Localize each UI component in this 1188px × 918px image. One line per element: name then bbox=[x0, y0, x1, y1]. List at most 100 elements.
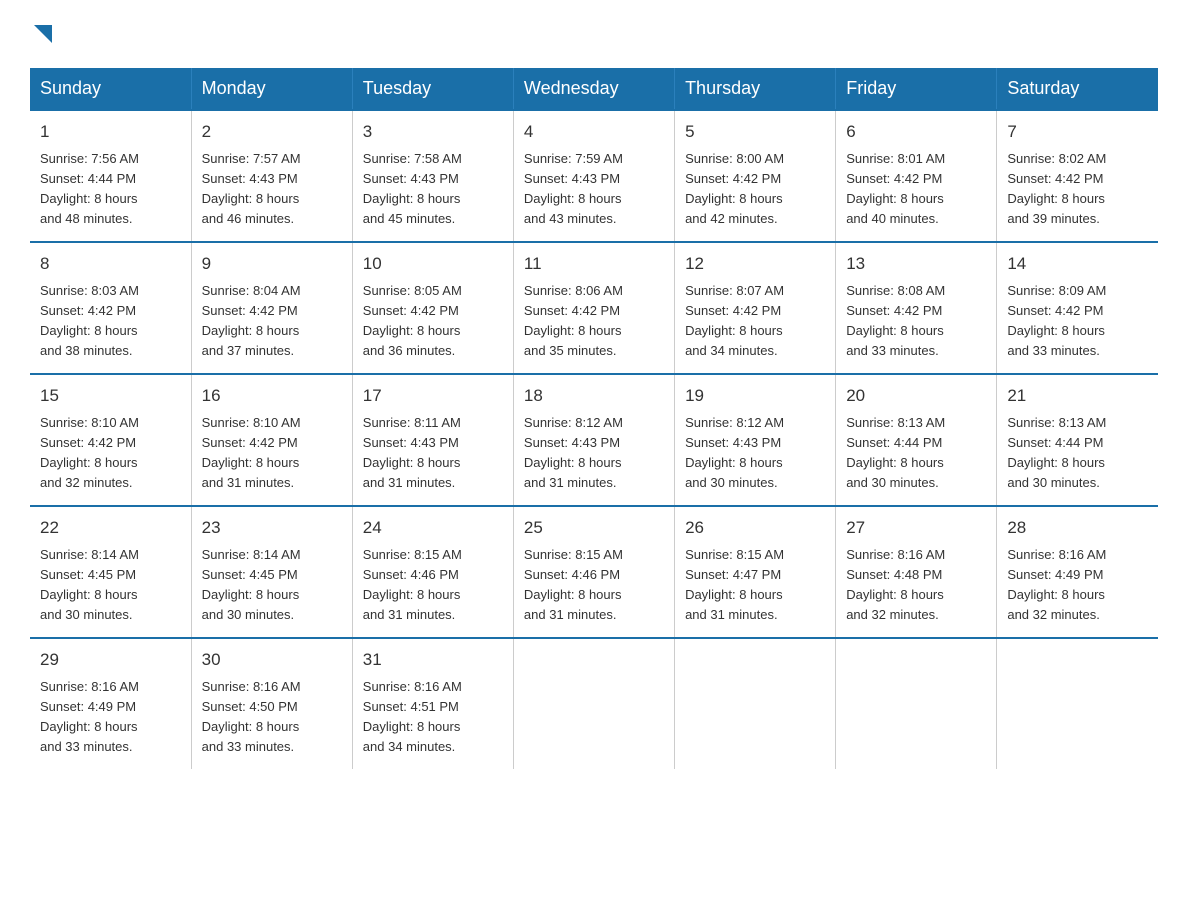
weekday-header-row: SundayMondayTuesdayWednesdayThursdayFrid… bbox=[30, 68, 1158, 110]
calendar-day-cell: 25 Sunrise: 8:15 AM Sunset: 4:46 PM Dayl… bbox=[513, 506, 674, 638]
day-number: 14 bbox=[1007, 251, 1148, 277]
calendar-day-cell: 7 Sunrise: 8:02 AM Sunset: 4:42 PM Dayli… bbox=[997, 110, 1158, 242]
calendar-day-cell: 27 Sunrise: 8:16 AM Sunset: 4:48 PM Dayl… bbox=[836, 506, 997, 638]
calendar-day-cell: 21 Sunrise: 8:13 AM Sunset: 4:44 PM Dayl… bbox=[997, 374, 1158, 506]
calendar-week-row: 29 Sunrise: 8:16 AM Sunset: 4:49 PM Dayl… bbox=[30, 638, 1158, 769]
day-info: Sunrise: 8:15 AM Sunset: 4:46 PM Dayligh… bbox=[524, 545, 664, 626]
day-info: Sunrise: 8:16 AM Sunset: 4:51 PM Dayligh… bbox=[363, 677, 503, 758]
day-info: Sunrise: 8:09 AM Sunset: 4:42 PM Dayligh… bbox=[1007, 281, 1148, 362]
day-info: Sunrise: 8:13 AM Sunset: 4:44 PM Dayligh… bbox=[1007, 413, 1148, 494]
day-info: Sunrise: 8:03 AM Sunset: 4:42 PM Dayligh… bbox=[40, 281, 181, 362]
day-info: Sunrise: 8:15 AM Sunset: 4:46 PM Dayligh… bbox=[363, 545, 503, 626]
day-number: 11 bbox=[524, 251, 664, 277]
day-number: 16 bbox=[202, 383, 342, 409]
day-info: Sunrise: 8:06 AM Sunset: 4:42 PM Dayligh… bbox=[524, 281, 664, 362]
day-number: 1 bbox=[40, 119, 181, 145]
day-number: 26 bbox=[685, 515, 825, 541]
day-number: 7 bbox=[1007, 119, 1148, 145]
calendar-day-cell: 12 Sunrise: 8:07 AM Sunset: 4:42 PM Dayl… bbox=[675, 242, 836, 374]
day-number: 13 bbox=[846, 251, 986, 277]
day-info: Sunrise: 8:16 AM Sunset: 4:50 PM Dayligh… bbox=[202, 677, 342, 758]
calendar-day-cell: 1 Sunrise: 7:56 AM Sunset: 4:44 PM Dayli… bbox=[30, 110, 191, 242]
day-number: 6 bbox=[846, 119, 986, 145]
day-info: Sunrise: 7:58 AM Sunset: 4:43 PM Dayligh… bbox=[363, 149, 503, 230]
day-number: 12 bbox=[685, 251, 825, 277]
calendar-day-cell: 26 Sunrise: 8:15 AM Sunset: 4:47 PM Dayl… bbox=[675, 506, 836, 638]
day-number: 19 bbox=[685, 383, 825, 409]
calendar-day-cell: 8 Sunrise: 8:03 AM Sunset: 4:42 PM Dayli… bbox=[30, 242, 191, 374]
calendar-day-cell: 30 Sunrise: 8:16 AM Sunset: 4:50 PM Dayl… bbox=[191, 638, 352, 769]
calendar-week-row: 8 Sunrise: 8:03 AM Sunset: 4:42 PM Dayli… bbox=[30, 242, 1158, 374]
weekday-header-sunday: Sunday bbox=[30, 68, 191, 110]
day-number: 24 bbox=[363, 515, 503, 541]
calendar-day-cell: 10 Sunrise: 8:05 AM Sunset: 4:42 PM Dayl… bbox=[352, 242, 513, 374]
day-info: Sunrise: 8:12 AM Sunset: 4:43 PM Dayligh… bbox=[524, 413, 664, 494]
day-number: 9 bbox=[202, 251, 342, 277]
calendar-table: SundayMondayTuesdayWednesdayThursdayFrid… bbox=[30, 68, 1158, 769]
calendar-day-cell: 28 Sunrise: 8:16 AM Sunset: 4:49 PM Dayl… bbox=[997, 506, 1158, 638]
calendar-day-cell: 6 Sunrise: 8:01 AM Sunset: 4:42 PM Dayli… bbox=[836, 110, 997, 242]
weekday-header-monday: Monday bbox=[191, 68, 352, 110]
day-number: 10 bbox=[363, 251, 503, 277]
calendar-day-cell: 31 Sunrise: 8:16 AM Sunset: 4:51 PM Dayl… bbox=[352, 638, 513, 769]
day-info: Sunrise: 8:15 AM Sunset: 4:47 PM Dayligh… bbox=[685, 545, 825, 626]
calendar-day-cell: 15 Sunrise: 8:10 AM Sunset: 4:42 PM Dayl… bbox=[30, 374, 191, 506]
logo bbox=[30, 20, 52, 48]
weekday-header-wednesday: Wednesday bbox=[513, 68, 674, 110]
day-info: Sunrise: 8:00 AM Sunset: 4:42 PM Dayligh… bbox=[685, 149, 825, 230]
calendar-day-cell: 14 Sunrise: 8:09 AM Sunset: 4:42 PM Dayl… bbox=[997, 242, 1158, 374]
weekday-header-saturday: Saturday bbox=[997, 68, 1158, 110]
day-info: Sunrise: 8:16 AM Sunset: 4:49 PM Dayligh… bbox=[40, 677, 181, 758]
day-info: Sunrise: 8:07 AM Sunset: 4:42 PM Dayligh… bbox=[685, 281, 825, 362]
day-info: Sunrise: 8:10 AM Sunset: 4:42 PM Dayligh… bbox=[40, 413, 181, 494]
day-number: 28 bbox=[1007, 515, 1148, 541]
calendar-day-cell: 19 Sunrise: 8:12 AM Sunset: 4:43 PM Dayl… bbox=[675, 374, 836, 506]
day-number: 29 bbox=[40, 647, 181, 673]
day-info: Sunrise: 8:01 AM Sunset: 4:42 PM Dayligh… bbox=[846, 149, 986, 230]
weekday-header-tuesday: Tuesday bbox=[352, 68, 513, 110]
day-number: 21 bbox=[1007, 383, 1148, 409]
day-info: Sunrise: 8:04 AM Sunset: 4:42 PM Dayligh… bbox=[202, 281, 342, 362]
calendar-day-cell: 2 Sunrise: 7:57 AM Sunset: 4:43 PM Dayli… bbox=[191, 110, 352, 242]
day-number: 3 bbox=[363, 119, 503, 145]
calendar-day-cell: 24 Sunrise: 8:15 AM Sunset: 4:46 PM Dayl… bbox=[352, 506, 513, 638]
day-info: Sunrise: 8:13 AM Sunset: 4:44 PM Dayligh… bbox=[846, 413, 986, 494]
calendar-week-row: 1 Sunrise: 7:56 AM Sunset: 4:44 PM Dayli… bbox=[30, 110, 1158, 242]
calendar-day-cell: 20 Sunrise: 8:13 AM Sunset: 4:44 PM Dayl… bbox=[836, 374, 997, 506]
day-number: 8 bbox=[40, 251, 181, 277]
day-number: 27 bbox=[846, 515, 986, 541]
day-number: 2 bbox=[202, 119, 342, 145]
logo-top bbox=[30, 20, 52, 48]
calendar-day-cell: 9 Sunrise: 8:04 AM Sunset: 4:42 PM Dayli… bbox=[191, 242, 352, 374]
day-number: 18 bbox=[524, 383, 664, 409]
weekday-header-thursday: Thursday bbox=[675, 68, 836, 110]
day-info: Sunrise: 8:08 AM Sunset: 4:42 PM Dayligh… bbox=[846, 281, 986, 362]
day-info: Sunrise: 8:12 AM Sunset: 4:43 PM Dayligh… bbox=[685, 413, 825, 494]
day-number: 4 bbox=[524, 119, 664, 145]
day-info: Sunrise: 8:10 AM Sunset: 4:42 PM Dayligh… bbox=[202, 413, 342, 494]
day-number: 25 bbox=[524, 515, 664, 541]
calendar-day-cell: 16 Sunrise: 8:10 AM Sunset: 4:42 PM Dayl… bbox=[191, 374, 352, 506]
day-info: Sunrise: 8:16 AM Sunset: 4:49 PM Dayligh… bbox=[1007, 545, 1148, 626]
day-info: Sunrise: 8:16 AM Sunset: 4:48 PM Dayligh… bbox=[846, 545, 986, 626]
day-info: Sunrise: 7:57 AM Sunset: 4:43 PM Dayligh… bbox=[202, 149, 342, 230]
day-info: Sunrise: 7:59 AM Sunset: 4:43 PM Dayligh… bbox=[524, 149, 664, 230]
calendar-empty-cell bbox=[675, 638, 836, 769]
day-info: Sunrise: 7:56 AM Sunset: 4:44 PM Dayligh… bbox=[40, 149, 181, 230]
day-number: 22 bbox=[40, 515, 181, 541]
day-info: Sunrise: 8:11 AM Sunset: 4:43 PM Dayligh… bbox=[363, 413, 503, 494]
day-number: 15 bbox=[40, 383, 181, 409]
calendar-day-cell: 13 Sunrise: 8:08 AM Sunset: 4:42 PM Dayl… bbox=[836, 242, 997, 374]
logo-triangle-icon bbox=[34, 20, 52, 48]
calendar-empty-cell bbox=[836, 638, 997, 769]
weekday-header-friday: Friday bbox=[836, 68, 997, 110]
day-info: Sunrise: 8:05 AM Sunset: 4:42 PM Dayligh… bbox=[363, 281, 503, 362]
day-info: Sunrise: 8:02 AM Sunset: 4:42 PM Dayligh… bbox=[1007, 149, 1148, 230]
calendar-body: 1 Sunrise: 7:56 AM Sunset: 4:44 PM Dayli… bbox=[30, 110, 1158, 769]
day-info: Sunrise: 8:14 AM Sunset: 4:45 PM Dayligh… bbox=[40, 545, 181, 626]
calendar-empty-cell bbox=[513, 638, 674, 769]
calendar-day-cell: 4 Sunrise: 7:59 AM Sunset: 4:43 PM Dayli… bbox=[513, 110, 674, 242]
calendar-empty-cell bbox=[997, 638, 1158, 769]
calendar-day-cell: 18 Sunrise: 8:12 AM Sunset: 4:43 PM Dayl… bbox=[513, 374, 674, 506]
day-info: Sunrise: 8:14 AM Sunset: 4:45 PM Dayligh… bbox=[202, 545, 342, 626]
